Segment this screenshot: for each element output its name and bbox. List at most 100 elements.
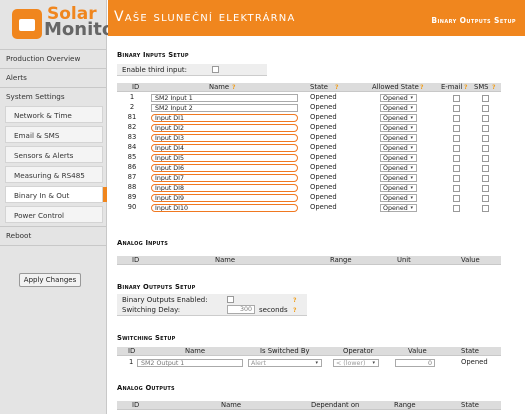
sms-checkbox[interactable] [482, 194, 489, 202]
nav-measuring-rs485[interactable]: Measuring & RS485 [5, 166, 103, 183]
allowed-state-value: Opened [383, 134, 408, 142]
chevron-down-icon: ▾ [315, 359, 318, 366]
nav-network-time[interactable]: Network & Time [5, 106, 103, 123]
sms-checkbox[interactable] [482, 174, 489, 182]
value-input[interactable]: 0 [395, 358, 435, 367]
help-icon[interactable]: ? [420, 84, 423, 91]
col-name: Name [221, 401, 242, 409]
allowed-state-value: Opened [383, 94, 408, 102]
row-name-input[interactable]: Input DI5 [151, 153, 298, 162]
sms-checkbox[interactable] [482, 104, 489, 112]
chevron-down-icon: ▾ [410, 174, 413, 181]
nav-power-control[interactable]: Power Control [5, 206, 103, 223]
switching-delay-input[interactable]: 300 [227, 305, 255, 314]
help-icon[interactable]: ? [232, 84, 235, 91]
email-checkbox[interactable] [453, 184, 460, 192]
allowed-state-select[interactable]: Opened ▾ [380, 183, 417, 192]
output-name-input[interactable]: SM2 Output 1 [137, 358, 243, 367]
allowed-state-select[interactable]: Opened ▾ [380, 93, 417, 102]
sms-checkbox[interactable] [482, 144, 489, 152]
table-row: 83 Input DI3 Opened Opened ▾ [117, 133, 501, 143]
nav-binary-in-out[interactable]: Binary In & Out [5, 186, 107, 203]
email-checkbox[interactable] [453, 204, 460, 212]
email-checkbox[interactable] [453, 154, 460, 162]
nav-system-settings[interactable]: System Settings [0, 88, 107, 105]
col-value: Value [408, 347, 427, 355]
allowed-state-select[interactable]: Opened ▾ [380, 173, 417, 182]
sms-checkbox[interactable] [482, 154, 489, 162]
email-checkbox[interactable] [453, 194, 460, 202]
col-state: State [461, 347, 479, 355]
row-name-input[interactable]: SM2 Input 2 [151, 103, 298, 112]
col-name: Name [209, 83, 230, 91]
sms-checkbox[interactable] [482, 124, 489, 132]
email-checkbox[interactable] [453, 94, 460, 102]
delay-unit: seconds [259, 306, 288, 314]
col-id: ID [132, 401, 140, 409]
row-state: Opened [310, 163, 337, 171]
nav-reboot[interactable]: Reboot [0, 227, 107, 244]
allowed-state-select[interactable]: Opened ▾ [380, 203, 417, 212]
nav-sensors-alerts[interactable]: Sensors & Alerts [5, 146, 103, 163]
row-name-input[interactable]: Input DI10 [151, 203, 298, 212]
enable-third-checkbox[interactable] [212, 66, 219, 73]
help-icon[interactable]: ? [293, 307, 296, 314]
row-name-input[interactable]: Input DI4 [151, 143, 298, 152]
row-id: 84 [127, 143, 137, 151]
page-title: Vaše sluneční elektrárna [114, 9, 296, 25]
allowed-state-select[interactable]: Opened ▾ [380, 103, 417, 112]
help-icon[interactable]: ? [464, 84, 467, 91]
sms-checkbox[interactable] [482, 184, 489, 192]
allowed-state-select[interactable]: Opened ▾ [380, 193, 417, 202]
operator-select[interactable]: < (lower) ▾ [333, 358, 379, 367]
allowed-state-value: Opened [383, 154, 408, 162]
sms-checkbox[interactable] [482, 134, 489, 142]
allowed-state-value: Opened [383, 174, 408, 182]
sms-checkbox[interactable] [482, 114, 489, 122]
outputs-enabled-checkbox[interactable] [227, 296, 234, 303]
logo: Solar Monitor [8, 5, 123, 45]
table-row: 89 Input DI9 Opened Opened ▾ [117, 193, 501, 203]
email-checkbox[interactable] [453, 174, 460, 182]
nav-production-overview[interactable]: Production Overview [0, 50, 107, 67]
email-checkbox[interactable] [453, 124, 460, 132]
help-icon[interactable]: ? [492, 84, 495, 91]
sms-checkbox[interactable] [482, 94, 489, 102]
enable-third-row: Enable third input: [117, 64, 267, 76]
allowed-state-select[interactable]: Opened ▾ [380, 143, 417, 152]
help-icon[interactable]: ? [335, 84, 338, 91]
email-checkbox[interactable] [453, 144, 460, 152]
allowed-state-select[interactable]: Opened ▾ [380, 133, 417, 142]
nav-alerts[interactable]: Alerts [0, 69, 107, 86]
allowed-state-select[interactable]: Opened ▾ [380, 113, 417, 122]
row-name-input[interactable]: Input DI1 [151, 113, 298, 122]
row-name-input[interactable]: Input DI9 [151, 193, 298, 202]
row-name-input[interactable]: Input DI3 [151, 133, 298, 142]
allowed-state-select[interactable]: Opened ▾ [380, 153, 417, 162]
row-name-input[interactable]: Input DI7 [151, 173, 298, 182]
allowed-state-value: Opened [383, 104, 408, 112]
email-checkbox[interactable] [453, 114, 460, 122]
row-name-input[interactable]: Input DI8 [151, 183, 298, 192]
email-checkbox[interactable] [453, 104, 460, 112]
switching-heading: Switching Setup [117, 334, 176, 342]
email-checkbox[interactable] [453, 134, 460, 142]
analog-inputs-heading: Analog Inputs [117, 239, 169, 247]
row-state: Opened [310, 103, 337, 111]
table-row: 85 Input DI5 Opened Opened ▾ [117, 153, 501, 163]
col-range: Range [394, 401, 416, 409]
switching-header: ID Name Is Switched By Operator Value St… [117, 347, 501, 356]
row-name-input[interactable]: Input DI2 [151, 123, 298, 132]
nav-email-sms[interactable]: Email & SMS [5, 126, 103, 143]
switched-by-select[interactable]: Alert ▾ [248, 358, 322, 367]
email-checkbox[interactable] [453, 164, 460, 172]
allowed-state-select[interactable]: Opened ▾ [380, 123, 417, 132]
sms-checkbox[interactable] [482, 204, 489, 212]
page-header: Vaše sluneční elektrárna Binary Outputs … [108, 0, 525, 36]
row-name-input[interactable]: SM2 Input 1 [151, 93, 298, 102]
row-name-input[interactable]: Input DI6 [151, 163, 298, 172]
sms-checkbox[interactable] [482, 164, 489, 172]
allowed-state-select[interactable]: Opened ▾ [380, 163, 417, 172]
apply-changes-button[interactable]: Apply Changes [19, 273, 81, 287]
help-icon[interactable]: ? [293, 297, 296, 304]
